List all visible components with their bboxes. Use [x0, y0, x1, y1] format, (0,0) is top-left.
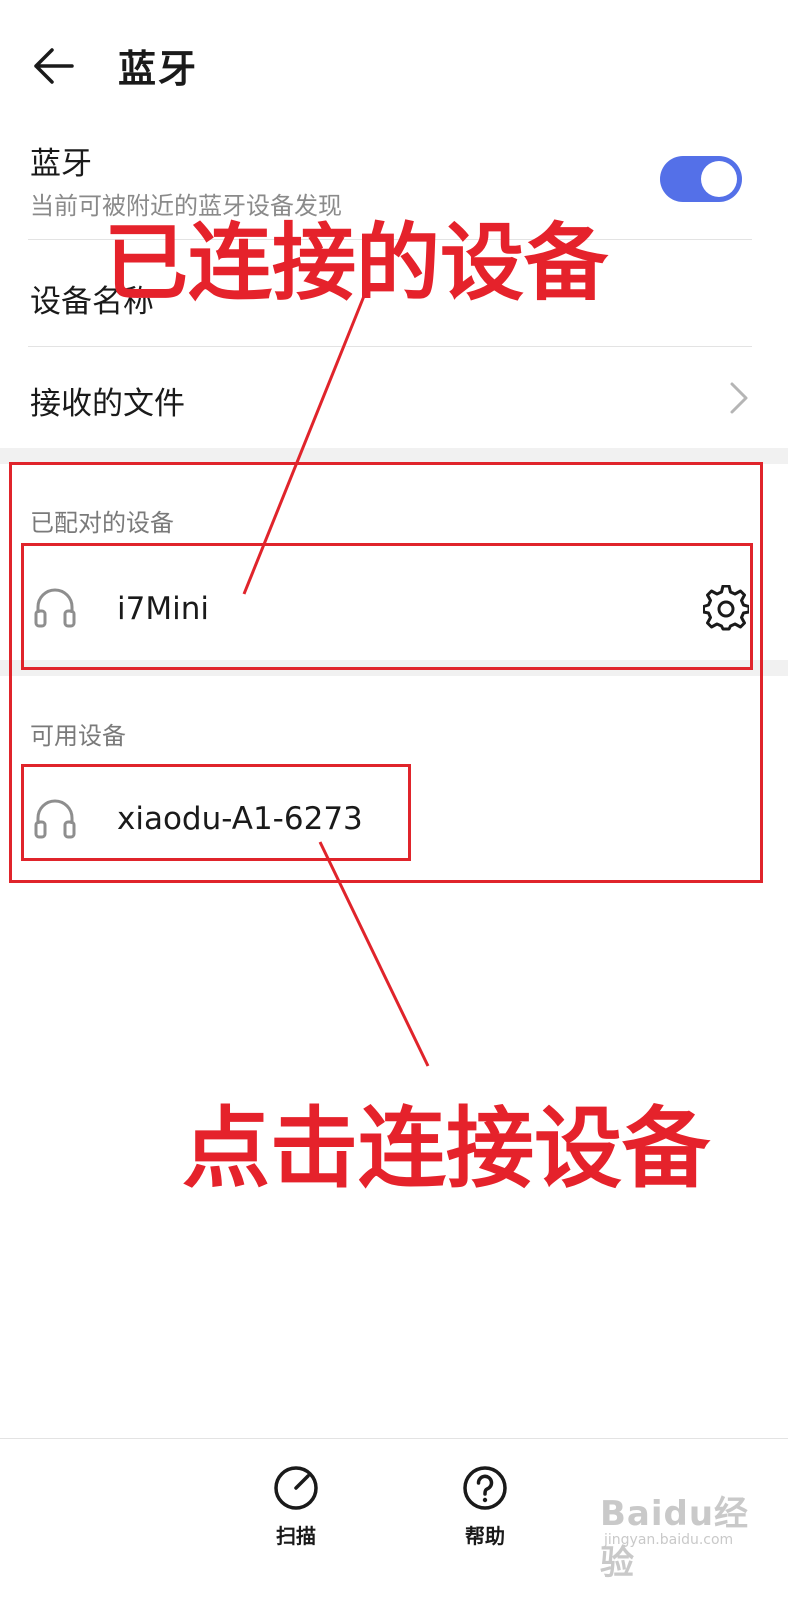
watermark-url: jingyan.baidu.com: [604, 1532, 734, 1548]
bottom-bar-divider: [0, 1438, 788, 1439]
annotation-connected-label: 已连接的设备: [104, 213, 609, 312]
annotation-tap-label: 点击连接设备: [182, 1096, 711, 1200]
help-button[interactable]: 帮助: [430, 1446, 540, 1556]
annotation-line-connected: [242, 295, 366, 595]
help-label: 帮助: [465, 1524, 505, 1548]
help-icon: [463, 1466, 507, 1510]
watermark: Baidu经验 jingyan.baidu.com: [600, 1486, 750, 1583]
scan-label: 扫描: [276, 1524, 316, 1548]
scan-button[interactable]: 扫描: [241, 1446, 351, 1556]
annotation-line-tap: [318, 841, 430, 1067]
scan-icon: [274, 1466, 318, 1510]
